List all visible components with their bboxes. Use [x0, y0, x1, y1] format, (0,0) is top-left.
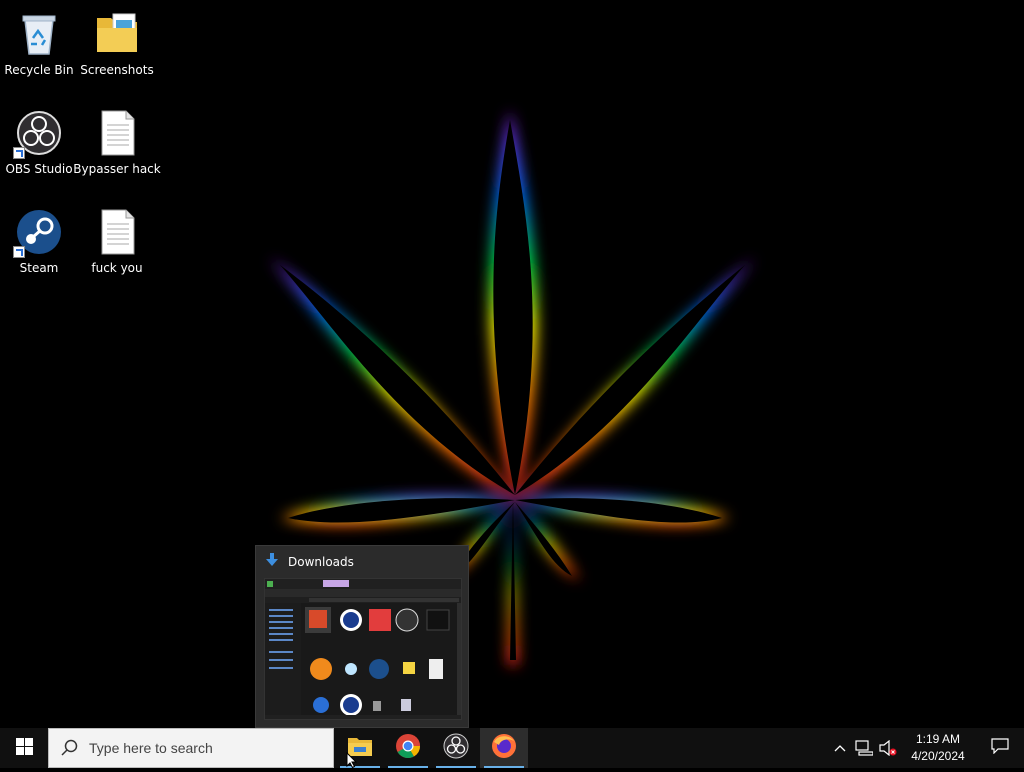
desktop-icon-label: Bypasser hack — [73, 162, 161, 176]
desktop-icon-label: Steam — [19, 261, 59, 275]
obs-icon — [13, 109, 63, 159]
download-arrow-icon — [264, 552, 280, 572]
recycle-bin-icon — [15, 10, 63, 58]
shortcut-arrow-icon — [13, 147, 25, 159]
taskbar-clock[interactable]: 1:19 AM 4/20/2024 — [900, 731, 976, 765]
notification-icon — [991, 738, 1009, 758]
desktop-icon-recycle-bin[interactable]: Recycle Bin — [0, 4, 78, 96]
search-icon — [61, 739, 79, 757]
mouse-cursor-icon — [346, 751, 358, 772]
thumbnail-title: Downloads — [288, 555, 354, 569]
desktop[interactable]: Recycle Bin Screenshots OBS Studio Bypas… — [0, 0, 1024, 728]
taskbar: Type here to search 1:19 AM 4/20/2024 — [0, 728, 1024, 768]
desktop-icon-obs-studio[interactable]: OBS Studio — [0, 103, 78, 195]
taskbar-app-firefox[interactable] — [480, 728, 528, 768]
desktop-icon-label: Screenshots — [80, 63, 154, 77]
folder-icon — [93, 10, 141, 58]
taskbar-app-chrome[interactable] — [384, 728, 432, 768]
thumbnail-header: Downloads — [256, 546, 468, 578]
desktop-icon-steam[interactable]: Steam — [0, 202, 78, 294]
text-file-icon — [93, 208, 141, 256]
taskbar-app-file-explorer[interactable] — [336, 728, 384, 768]
chrome-icon — [395, 733, 421, 763]
taskbar-thumbnail-preview[interactable]: Downloads — [255, 545, 469, 728]
action-center-button[interactable] — [976, 728, 1024, 768]
desktop-icon-bypasser-hack[interactable]: Bypasser hack — [73, 103, 161, 195]
desktop-icon-text-file[interactable]: fuck you — [78, 202, 156, 294]
desktop-icon-label: OBS Studio — [5, 162, 73, 176]
text-file-icon — [93, 109, 141, 157]
taskbar-app-obs-studio[interactable] — [432, 728, 480, 768]
show-hidden-icons-chevron-up-icon[interactable] — [828, 728, 852, 768]
clock-time: 1:19 AM — [915, 732, 961, 746]
system-tray: 1:19 AM 4/20/2024 — [828, 728, 1024, 768]
obs-icon — [443, 733, 469, 763]
volume-muted-icon[interactable] — [876, 728, 900, 768]
network-icon[interactable] — [852, 728, 876, 768]
shortcut-arrow-icon — [13, 246, 25, 258]
clock-date: 4/20/2024 — [911, 749, 965, 763]
taskbar-search-box[interactable]: Type here to search — [48, 728, 334, 768]
desktop-icon-label: fuck you — [91, 261, 143, 275]
thumbnail-window-image[interactable] — [264, 578, 462, 720]
search-placeholder: Type here to search — [89, 740, 213, 756]
windows-logo-icon — [15, 737, 33, 759]
desktop-icon-label: Recycle Bin — [4, 63, 74, 77]
desktop-icon-screenshots[interactable]: Screenshots — [78, 4, 156, 96]
firefox-icon — [491, 733, 517, 763]
start-button[interactable] — [0, 728, 48, 768]
steam-icon — [13, 208, 63, 258]
